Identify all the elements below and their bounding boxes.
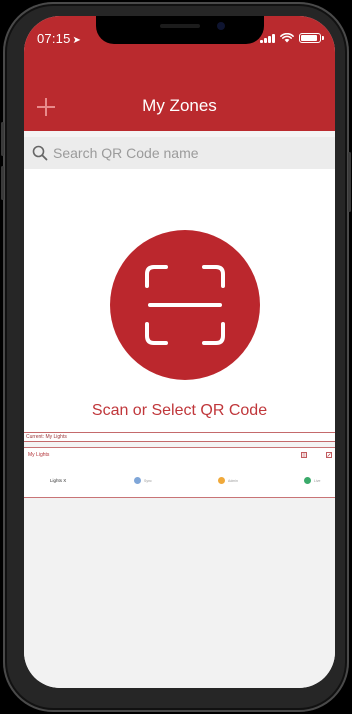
signal-icon xyxy=(260,33,275,43)
status-admin: Admin xyxy=(218,477,238,484)
sync-status-dot xyxy=(134,477,141,484)
phone-frame: 07:15 ➤ My Zones Search QR Code name Sca… xyxy=(1,2,351,712)
live-status-dot xyxy=(304,477,311,484)
status-time-text: 07:15 xyxy=(37,31,71,46)
status-time: 07:15 ➤ xyxy=(37,31,81,46)
empty-list-area xyxy=(24,498,335,688)
search-input[interactable] xyxy=(53,145,323,161)
admin-status-label: Admin xyxy=(228,478,238,483)
volume-down-button xyxy=(1,166,4,200)
search-bar xyxy=(24,137,335,169)
app-screen: 07:15 ➤ My Zones Search QR Code name Sca… xyxy=(24,16,335,688)
status-icons xyxy=(260,33,324,43)
zone-settings-icon[interactable] xyxy=(301,452,307,458)
battery-icon xyxy=(299,33,324,43)
qr-scan-icon xyxy=(145,265,225,345)
search-icon xyxy=(32,145,48,161)
sync-status-label: Sync xyxy=(144,478,152,483)
status-live: Live xyxy=(304,477,320,484)
live-status-label: Live xyxy=(314,478,321,483)
zone-panel[interactable]: My Lights Lights X Sync Admin Live xyxy=(24,447,335,498)
current-zone-bar: Current: My Lights xyxy=(24,432,335,442)
scan-section: Scan or Select QR Code xyxy=(24,169,335,432)
speaker xyxy=(160,24,200,28)
current-zone-label: Current: My Lights xyxy=(26,434,67,440)
admin-status-dot xyxy=(218,477,225,484)
page-title: My Zones xyxy=(142,96,217,115)
notch xyxy=(96,16,264,44)
zone-edit-icon[interactable] xyxy=(326,452,332,458)
status-sync: Sync xyxy=(134,477,152,484)
power-button xyxy=(348,152,351,212)
light-name: Lights X xyxy=(50,478,67,483)
location-arrow-icon: ➤ xyxy=(72,35,82,46)
zone-name: My Lights xyxy=(28,452,50,458)
volume-up-button xyxy=(1,122,4,156)
scan-qr-button[interactable] xyxy=(110,230,260,380)
app-header: 07:15 ➤ My Zones xyxy=(24,16,335,131)
wifi-icon xyxy=(280,33,294,43)
scan-label: Scan or Select QR Code xyxy=(91,402,268,419)
zone-light-row: Lights X Sync Admin Live xyxy=(24,477,335,487)
front-camera xyxy=(217,22,225,30)
